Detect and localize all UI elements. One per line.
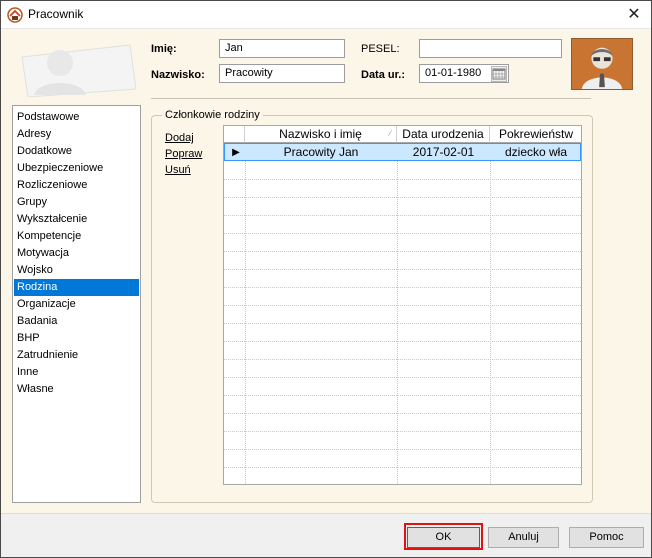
row-indicator-header [224,126,245,143]
family-member-birthdate: 2017-02-01 [412,145,475,159]
table-row[interactable] [224,234,581,252]
header-separator [151,98,591,99]
table-row[interactable] [224,468,581,484]
sidebar-item-zatrudnienie[interactable]: Zatrudnienie [14,347,139,364]
first-name-field[interactable]: Jan [219,39,345,58]
employee-avatar [571,38,633,90]
family-members-group-title: Członkowie rodziny [162,109,263,121]
table-row[interactable] [224,324,581,342]
sidebar-item-organizacje[interactable]: Organizacje [14,296,139,313]
family-member-name: Pracowity Jan [283,145,359,159]
cancel-button[interactable]: Anuluj [488,527,559,548]
column-header-name[interactable]: Nazwisko i imię ⁄ [245,126,397,143]
sidebar-item-grupy[interactable]: Grupy [14,194,139,211]
table-row[interactable]: ▶ Pracowity Jan 2017-02-01 dziecko wła [224,143,581,161]
sidebar-nav: Podstawowe Adresy Dodatkowe Ubezpieczeni… [12,105,141,503]
sidebar-item-rodzina[interactable]: Rodzina [14,279,139,296]
sidebar-item-wojsko[interactable]: Wojsko [14,262,139,279]
table-row[interactable] [224,378,581,396]
calendar-icon[interactable] [491,66,507,82]
add-family-member-link[interactable]: Dodaj [165,132,194,144]
employee-silhouette-image [21,44,136,97]
table-row[interactable] [224,450,581,468]
column-header-relation[interactable]: Pokrewieństw [490,126,581,143]
edit-family-member-link[interactable]: Popraw [165,148,202,160]
current-row-arrow-icon: ▶ [232,147,240,158]
family-member-relation: dziecko wła [504,145,568,159]
ok-button[interactable]: OK [407,527,480,548]
window-title: Pracownik [28,7,84,21]
table-row[interactable] [224,162,581,180]
table-row[interactable] [224,180,581,198]
birthdate-label: Data ur.: [361,69,406,81]
sidebar-item-wyksztalcenie[interactable]: Wykształcenie [14,211,139,228]
family-members-grid: Nazwisko i imię ⁄ Data urodzenia Pokrewi… [223,125,582,485]
app-icon [7,7,23,23]
table-row[interactable] [224,432,581,450]
table-row[interactable] [224,252,581,270]
calendar-grid-icon [492,68,506,80]
sidebar-item-dodatkowe[interactable]: Dodatkowe [14,143,139,160]
help-button[interactable]: Pomoc [569,527,644,548]
sidebar-item-bhp[interactable]: BHP [14,330,139,347]
last-name-label: Nazwisko: [151,69,205,81]
column-header-name-label: Nazwisko i imię [279,127,362,141]
sidebar-item-kompetencje[interactable]: Kompetencje [14,228,139,245]
sidebar-item-wlasne[interactable]: Własne [14,381,139,398]
sidebar-item-ubezpieczeniowe[interactable]: Ubezpieczeniowe [14,160,139,177]
close-icon[interactable]: ✕ [617,1,651,29]
table-row[interactable] [224,270,581,288]
table-row[interactable] [224,216,581,234]
table-row[interactable] [224,306,581,324]
table-row[interactable] [224,342,581,360]
sidebar-item-motywacja[interactable]: Motywacja [14,245,139,262]
table-row[interactable] [224,360,581,378]
first-name-label: Imię: [151,43,177,55]
sidebar-item-badania[interactable]: Badania [14,313,139,330]
sort-arrow-icon: ⁄ [389,129,391,138]
pesel-field[interactable] [419,39,562,58]
dialog-window: Pracownik ✕ Imię: Jan Nazwisko: Pracowit… [0,0,652,558]
title-bar: Pracownik ✕ [1,1,651,29]
delete-family-member-link[interactable]: Usuń [165,164,191,176]
column-header-birthdate[interactable]: Data urodzenia [397,126,490,143]
table-row[interactable] [224,396,581,414]
table-row[interactable] [224,288,581,306]
table-row[interactable] [224,198,581,216]
sidebar-item-podstawowe[interactable]: Podstawowe [14,109,139,126]
table-row[interactable] [224,414,581,432]
sidebar-item-inne[interactable]: Inne [14,364,139,381]
last-name-field[interactable]: Pracowity [219,64,345,83]
sidebar-item-rozliczeniowe[interactable]: Rozliczeniowe [14,177,139,194]
sidebar-item-adresy[interactable]: Adresy [14,126,139,143]
pesel-label: PESEL: [361,43,400,55]
